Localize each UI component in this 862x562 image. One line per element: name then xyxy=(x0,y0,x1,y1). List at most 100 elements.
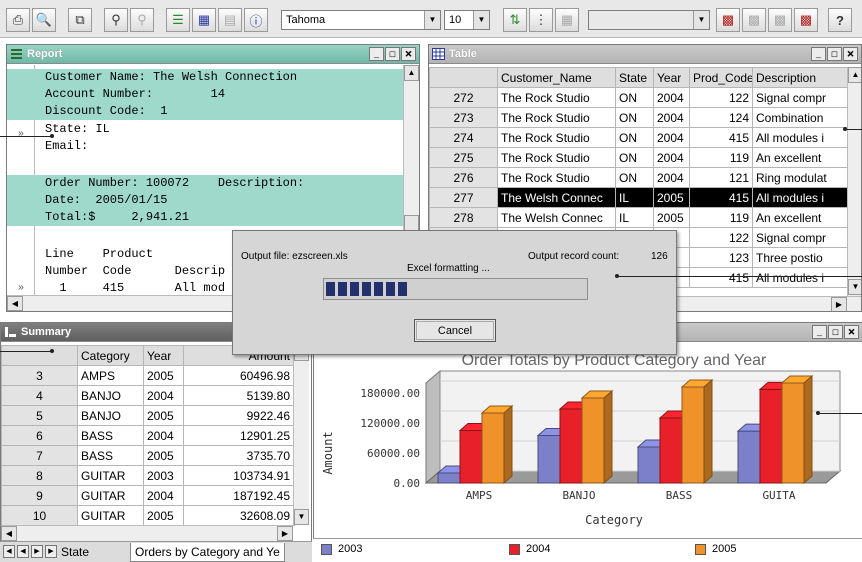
grid-view-icon[interactable]: ▦ xyxy=(192,8,216,32)
prev-sheet-icon[interactable]: ◀ xyxy=(17,545,29,558)
table-cell[interactable]: GUITAR xyxy=(77,465,144,486)
table-cell[interactable]: 2005 xyxy=(653,187,690,208)
table-cell[interactable]: An excellent xyxy=(752,147,854,168)
table-cell[interactable]: 2004 xyxy=(143,485,184,506)
chevron-down-icon[interactable]: ▼ xyxy=(473,11,489,29)
table-cell[interactable]: ON xyxy=(615,167,654,188)
table-cell[interactable]: 119 xyxy=(689,207,753,228)
table-cell[interactable]: 2004 xyxy=(653,147,690,168)
row-number[interactable]: 275 xyxy=(429,147,498,168)
scroll-down-icon[interactable]: ▼ xyxy=(848,279,861,295)
table-cell[interactable]: 5139.80 xyxy=(183,385,294,406)
table-cell[interactable]: 2004 xyxy=(653,127,690,148)
columns-icon[interactable]: ⋮ xyxy=(529,8,553,32)
table-cell[interactable]: 103734.91 xyxy=(183,465,294,486)
maximize-icon[interactable]: □ xyxy=(828,325,843,339)
row-number[interactable]: 272 xyxy=(429,87,498,108)
table-row[interactable]: 273 The Rock Studio ON 2004 124 Combination xyxy=(429,107,854,128)
maximize-icon[interactable]: □ xyxy=(385,47,400,61)
table-cell[interactable]: Combination xyxy=(752,107,854,128)
table-cell[interactable]: All modules i xyxy=(752,127,854,148)
row-number-header[interactable] xyxy=(1,345,78,366)
column-header[interactable]: Customer_Name xyxy=(497,67,616,88)
table-cell[interactable]: The Rock Studio xyxy=(497,147,616,168)
table-cell[interactable]: The Welsh Connec xyxy=(497,207,616,228)
table-row[interactable]: 8 GUITAR 2003 103734.91 xyxy=(1,465,294,486)
column-header[interactable]: Prod_Code xyxy=(689,67,753,88)
column-header[interactable]: Category xyxy=(77,345,144,366)
chevron-down-icon[interactable]: ▼ xyxy=(424,11,440,29)
table-cell[interactable]: BASS xyxy=(77,425,144,446)
scroll-left-icon[interactable]: ◀ xyxy=(7,296,23,311)
table-row[interactable]: 5 BANJO 2005 9922.46 xyxy=(1,405,294,426)
close-icon[interactable]: ✕ xyxy=(401,47,416,61)
close-icon[interactable]: ✕ xyxy=(844,325,859,339)
table-cell[interactable]: IL xyxy=(615,187,654,208)
summary-horizontal-scrollbar[interactable]: ◀ ▶ xyxy=(1,525,293,541)
chevron-down-icon[interactable]: ▼ xyxy=(693,11,709,29)
table-cell[interactable]: 187192.45 xyxy=(183,485,294,506)
font-size-select[interactable]: 10 ▼ xyxy=(444,10,490,30)
table-cell[interactable]: 2004 xyxy=(653,87,690,108)
table-row[interactable]: 275 The Rock Studio ON 2004 119 An excellent xyxy=(429,147,854,168)
table-cell[interactable]: 32608.09 xyxy=(183,505,294,526)
table-cell[interactable]: GUITAR xyxy=(77,485,144,506)
table-cell[interactable]: 415 xyxy=(689,267,753,288)
table-row[interactable]: 3 AMPS 2005 60496.98 xyxy=(1,365,294,386)
table-cell[interactable]: 2004 xyxy=(653,167,690,188)
table-row[interactable]: 9 GUITAR 2004 187192.45 xyxy=(1,485,294,506)
cancel-button[interactable]: Cancel xyxy=(414,319,496,342)
table-cell[interactable]: 2005 xyxy=(143,505,184,526)
row-number[interactable]: 273 xyxy=(429,107,498,128)
row-number[interactable]: 278 xyxy=(429,207,498,228)
table-cell[interactable]: 60496.98 xyxy=(183,365,294,386)
row-number-header[interactable] xyxy=(429,67,498,88)
table-cell[interactable]: 122 xyxy=(689,227,753,248)
summary-vertical-scrollbar[interactable]: ▲ ▼ xyxy=(293,345,309,525)
minimize-icon[interactable]: _ xyxy=(369,47,384,61)
table-cell[interactable]: Signal compr xyxy=(752,87,854,108)
table-cell[interactable]: 3735.70 xyxy=(183,445,294,466)
chart-icon[interactable]: ▩ xyxy=(716,8,740,32)
scroll-up-icon[interactable]: ▲ xyxy=(404,65,419,81)
table-cell[interactable]: All modules i xyxy=(752,267,854,288)
table-cell[interactable]: BANJO xyxy=(77,405,144,426)
minimize-icon[interactable]: _ xyxy=(811,47,826,61)
table-cell[interactable]: The Rock Studio xyxy=(497,127,616,148)
table-cell[interactable]: 415 xyxy=(689,187,753,208)
first-sheet-icon[interactable]: ◀ xyxy=(3,545,15,558)
row-number[interactable]: 276 xyxy=(429,167,498,188)
form-view-icon[interactable]: ▤ xyxy=(218,8,242,32)
row-number[interactable]: 7 xyxy=(1,445,78,466)
table-cell[interactable]: The Rock Studio xyxy=(497,87,616,108)
column-header[interactable]: Year xyxy=(653,67,690,88)
column-header[interactable]: Description xyxy=(752,67,854,88)
table-cell[interactable]: BASS xyxy=(77,445,144,466)
sort-icon[interactable]: ⇅ xyxy=(503,8,527,32)
table-cell[interactable]: IL xyxy=(615,207,654,228)
freeze-icon[interactable]: ▦ xyxy=(555,8,579,32)
column-header[interactable]: Year xyxy=(143,345,184,366)
scroll-up-icon[interactable]: ▲ xyxy=(848,67,861,83)
minimize-icon[interactable]: _ xyxy=(812,325,827,339)
table-cell[interactable]: ON xyxy=(615,127,654,148)
tab-orders-by-category[interactable]: Orders by Category and Ye xyxy=(130,543,285,562)
scroll-right-icon[interactable]: ▶ xyxy=(831,297,847,311)
last-sheet-icon[interactable]: ▶ xyxy=(45,545,57,558)
scroll-down-icon[interactable]: ▼ xyxy=(294,509,309,525)
chart-bar-icon[interactable]: ▩ xyxy=(742,8,766,32)
table-cell[interactable]: BANJO xyxy=(77,385,144,406)
row-number[interactable]: 277 xyxy=(429,187,498,208)
help-button[interactable]: ? xyxy=(828,8,852,32)
chart-options-icon[interactable]: ▩ xyxy=(794,8,818,32)
table-cell[interactable]: 2005 xyxy=(143,405,184,426)
table-row[interactable]: 10 GUITAR 2005 32608.09 xyxy=(1,505,294,526)
font-name-select[interactable]: Tahoma ▼ xyxy=(281,10,441,30)
table-cell[interactable]: 2004 xyxy=(143,425,184,446)
row-number[interactable]: 3 xyxy=(1,365,78,386)
print-preview-icon[interactable]: 🔍 xyxy=(32,8,56,32)
table-cell[interactable]: 2004 xyxy=(653,107,690,128)
table-cell[interactable]: The Rock Studio xyxy=(497,107,616,128)
row-number[interactable]: 5 xyxy=(1,405,78,426)
table-cell[interactable]: 124 xyxy=(689,107,753,128)
